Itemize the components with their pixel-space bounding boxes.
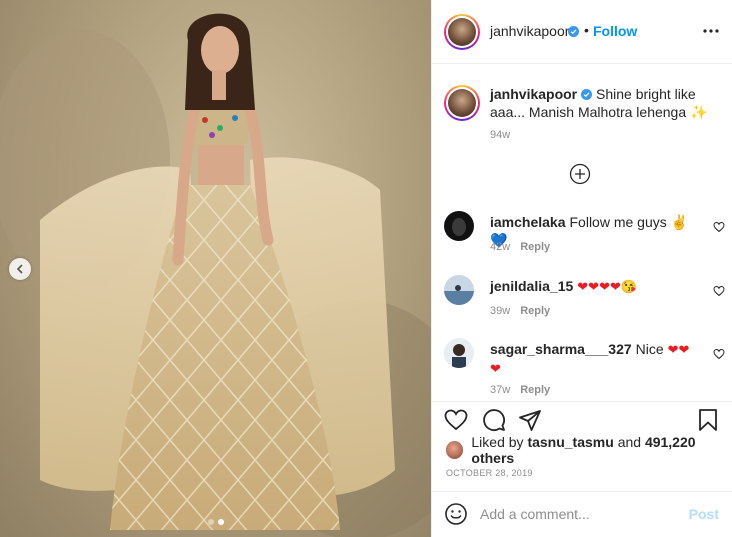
carousel-indicator [0, 519, 431, 525]
verified-badge-icon [568, 26, 579, 37]
reply-button[interactable]: Reply [520, 384, 550, 396]
author-username[interactable]: janhvikapoor [490, 23, 569, 39]
follow-button[interactable]: Follow [593, 23, 637, 39]
smile-icon[interactable] [444, 502, 468, 526]
post-comment-button[interactable]: Post [689, 506, 719, 522]
likes-summary: Liked by tasnu_tasmu and 491,220 others [446, 434, 732, 466]
paper-plane-icon[interactable] [518, 408, 542, 432]
verified-badge-icon [581, 89, 593, 100]
more-dots-icon[interactable] [703, 27, 719, 35]
comment-item: sagar_sharma___327 Nice ❤❤ ❤ 37w Reply [444, 338, 729, 396]
comment-like-heart-icon[interactable] [713, 221, 725, 233]
post-sidebar: janhvikapoor • Follow janhvikapoor Shine… [431, 0, 732, 537]
comment-meta: 39w Reply [490, 305, 550, 317]
caption-avatar[interactable] [444, 85, 480, 121]
post-media[interactable] [0, 0, 431, 537]
carousel-dot [207, 519, 214, 525]
comment-text: jenildalia_15 ❤❤❤❤😘 [490, 277, 690, 296]
instagram-post: janhvikapoor • Follow janhvikapoor Shine… [0, 0, 732, 537]
liker-username[interactable]: tasnu_tasmu [527, 434, 613, 450]
caption-timestamp[interactable]: 94w [490, 129, 510, 141]
post-photo [0, 13, 431, 537]
comment-like-heart-icon[interactable] [713, 348, 725, 360]
caption-text: janhvikapoor Shine bright like aaa... Ma… [490, 85, 730, 121]
comment-like-heart-icon[interactable] [713, 285, 725, 297]
post-date[interactable]: OCTOBER 28, 2019 [446, 468, 533, 478]
reply-button[interactable]: Reply [520, 305, 550, 317]
caption-username[interactable]: janhvikapoor [490, 86, 577, 102]
comment-meta: 42w Reply [490, 241, 550, 253]
author-avatar[interactable] [444, 14, 480, 50]
comment-avatar[interactable] [444, 211, 474, 241]
liker-avatar[interactable] [446, 441, 464, 459]
comment-timestamp[interactable]: 37w [490, 384, 510, 396]
chevron-left-icon [16, 264, 23, 274]
separator-bullet: • [584, 22, 589, 38]
comment-timestamp[interactable]: 39w [490, 305, 510, 317]
post-header: janhvikapoor • Follow [432, 0, 732, 64]
likes-text: Liked by tasnu_tasmu and 491,220 others [471, 434, 696, 466]
plus-circle-icon[interactable] [569, 163, 591, 185]
sparkles-emoji: ✨ [690, 104, 708, 120]
comment-username[interactable]: iamchelaka [490, 214, 566, 230]
post-actions: Liked by tasnu_tasmu and 491,220 others … [432, 401, 732, 491]
comment-text: sagar_sharma___327 Nice ❤❤ ❤ [490, 341, 690, 376]
comment-input[interactable] [480, 500, 680, 528]
carousel-dot-active [217, 519, 224, 525]
add-comment-bar: Post [432, 491, 732, 537]
comment-emoji: ❤❤❤❤😘 [577, 279, 638, 294]
comments-list[interactable]: janhvikapoor Shine bright like aaa... Ma… [432, 65, 732, 401]
comment-username[interactable]: jenildalia_15 [490, 278, 573, 294]
reply-button[interactable]: Reply [520, 241, 550, 253]
comment-meta: 37w Reply [490, 384, 550, 396]
comment-avatar[interactable] [444, 275, 474, 305]
comment-timestamp[interactable]: 42w [490, 241, 510, 253]
comment-bubble-icon[interactable] [482, 408, 506, 432]
comment-item: iamchelaka Follow me guys ✌💙 42w Reply [444, 211, 729, 267]
comment-avatar[interactable] [444, 338, 474, 368]
comment-item: jenildalia_15 ❤❤❤❤😘 39w Reply [444, 275, 729, 331]
previous-slide-button[interactable] [9, 258, 31, 280]
comment-username[interactable]: sagar_sharma___327 [490, 341, 632, 357]
heart-icon[interactable] [444, 408, 468, 432]
bookmark-icon[interactable] [696, 408, 720, 432]
